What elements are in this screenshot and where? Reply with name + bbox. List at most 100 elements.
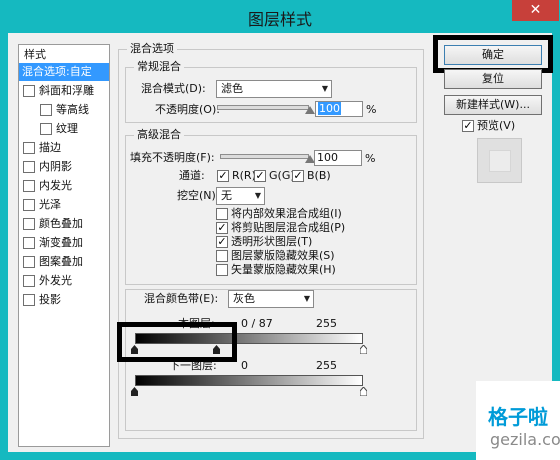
sidebar-item-checkbox[interactable] (23, 275, 35, 287)
blend-mode-value: 滤色 (221, 82, 243, 95)
sidebar-item-label: 等高线 (56, 103, 89, 116)
sidebar-item[interactable]: 渐变叠加 (19, 234, 109, 252)
watermark-brand: 格子啦 (488, 405, 548, 429)
channel-label: G(G) (269, 169, 295, 182)
advanced-option-label: 将剪贴图层混合成组(P) (231, 221, 346, 234)
sidebar-item-label: 内发光 (39, 179, 72, 192)
sidebar-item[interactable]: 图案叠加 (19, 253, 109, 271)
sidebar-item-checkbox[interactable] (23, 237, 35, 249)
fill-opacity-percent: % (365, 152, 376, 165)
underlying-black-thumb[interactable] (131, 387, 138, 396)
annotation-box-slider (117, 322, 237, 362)
channel-label: R(R) (232, 169, 256, 182)
sidebar-item-label: 描边 (39, 141, 61, 154)
underlying-layer-min: 0 (241, 359, 248, 372)
sidebar-item-label: 渐变叠加 (39, 236, 83, 249)
sidebar-item[interactable]: 等高线 (19, 101, 109, 119)
dialog-title: 图层样式 (247, 10, 312, 29)
sidebar-item-label: 混合选项:自定 (22, 65, 92, 78)
channel-checkbox[interactable]: ✓ (292, 170, 304, 182)
sidebar-item[interactable]: 光泽 (19, 196, 109, 214)
advanced-blending-title: 高级混合 (134, 128, 184, 141)
blend-options-title: 混合选项 (127, 42, 177, 55)
sidebar-item-label: 图案叠加 (39, 255, 83, 268)
this-layer-white-thumb-right[interactable] (360, 345, 367, 354)
channel-label: B(B) (307, 169, 331, 182)
dialog-client: 样式 混合选项:自定斜面和浮雕等高线纹理描边内阴影内发光光泽颜色叠加渐变叠加图案… (8, 33, 553, 452)
sidebar-item[interactable]: 内发光 (19, 177, 109, 195)
style-preview-swatch (477, 138, 522, 183)
sidebar-item[interactable]: 投影 (19, 291, 109, 309)
sidebar-item[interactable]: 描边 (19, 139, 109, 157)
new-style-button[interactable]: 新建样式(W)... (444, 95, 542, 115)
opacity-label: 不透明度(O): (155, 103, 220, 116)
knockout-dropdown[interactable]: 无 ▼ (216, 187, 265, 205)
fill-opacity-slider-track[interactable] (220, 154, 309, 159)
preview-label: 预览(V) (477, 119, 516, 132)
sidebar-item-checkbox[interactable] (23, 85, 35, 97)
opacity-slider-thumb[interactable] (305, 106, 315, 114)
blend-if-value: 灰色 (233, 292, 255, 305)
sidebar-item-checkbox[interactable] (23, 161, 35, 173)
blend-mode-dropdown[interactable]: 滤色 ▼ (216, 80, 332, 98)
sidebar-item-checkbox[interactable] (23, 142, 35, 154)
opacity-value: 100 (318, 102, 341, 115)
close-button[interactable]: ✕ (512, 0, 559, 21)
sidebar-item-label: 投影 (39, 293, 61, 306)
fill-opacity-value: 100 (317, 151, 338, 164)
advanced-option-label: 图层蒙版隐藏效果(S) (231, 249, 335, 262)
sidebar-item[interactable]: 斜面和浮雕 (19, 82, 109, 100)
opacity-percent: % (366, 103, 377, 116)
reset-button[interactable]: 复位 (444, 69, 542, 89)
this-layer-max: 255 (316, 317, 337, 330)
general-blending-title: 常规混合 (134, 60, 184, 73)
title-bar: 图层样式 ✕ (0, 0, 560, 33)
sidebar-header: 样式 (24, 48, 46, 61)
underlying-white-thumb[interactable] (360, 387, 367, 396)
chevron-down-icon: ▼ (254, 191, 261, 200)
sidebar-item-checkbox[interactable] (40, 123, 52, 135)
sidebar-item-label: 内阴影 (39, 160, 72, 173)
fill-opacity-label: 填充不透明度(F): (130, 151, 215, 164)
advanced-option-label: 将内部效果混合成组(I) (231, 207, 342, 220)
annotation-box-ok (433, 35, 553, 73)
advanced-option-checkbox[interactable] (216, 250, 228, 262)
opacity-input[interactable]: 100 (315, 101, 363, 117)
sidebar-item[interactable]: 外发光 (19, 272, 109, 290)
underlying-layer-gradient[interactable] (135, 375, 363, 386)
sidebar-item-checkbox[interactable] (23, 218, 35, 230)
opacity-slider-track[interactable] (217, 105, 309, 110)
underlying-layer-max: 255 (316, 359, 337, 372)
sidebar-item[interactable]: 混合选项:自定 (19, 63, 109, 81)
sidebar-item[interactable]: 颜色叠加 (19, 215, 109, 233)
fill-opacity-input[interactable]: 100 (314, 150, 362, 166)
preview-checkbox[interactable]: ✓ (462, 120, 474, 132)
advanced-option-checkbox[interactable]: ✓ (216, 236, 228, 248)
channel-checkbox[interactable]: ✓ (254, 170, 266, 182)
blend-if-label: 混合颜色带(E): (144, 292, 219, 305)
sidebar-item-checkbox[interactable] (23, 199, 35, 211)
sidebar-item-label: 纹理 (56, 122, 78, 135)
watermark-url: gezila.com (490, 430, 560, 449)
channels-label: 通道: (179, 169, 205, 182)
sidebar-item-checkbox[interactable] (23, 256, 35, 268)
sidebar-item-label: 光泽 (39, 198, 61, 211)
blend-mode-label: 混合模式(D): (141, 82, 206, 95)
chevron-down-icon: ▼ (303, 294, 310, 303)
channel-checkbox[interactable]: ✓ (217, 170, 229, 182)
chevron-down-icon: ▼ (321, 84, 328, 93)
advanced-option-checkbox[interactable] (216, 264, 228, 276)
sidebar-item-checkbox[interactable] (23, 180, 35, 192)
sidebar-item-label: 斜面和浮雕 (39, 84, 94, 97)
advanced-option-checkbox[interactable]: ✓ (216, 222, 228, 234)
advanced-option-label: 透明形状图层(T) (231, 235, 313, 248)
sidebar-item-checkbox[interactable] (23, 294, 35, 306)
sidebar-item-checkbox[interactable] (40, 104, 52, 116)
blend-if-dropdown[interactable]: 灰色 ▼ (228, 290, 314, 308)
knockout-value: 无 (221, 189, 232, 202)
this-layer-values: 0 / 87 (241, 317, 273, 330)
advanced-option-checkbox[interactable] (216, 208, 228, 220)
sidebar-item[interactable]: 内阴影 (19, 158, 109, 176)
styles-sidebar: 样式 混合选项:自定斜面和浮雕等高线纹理描边内阴影内发光光泽颜色叠加渐变叠加图案… (18, 44, 110, 447)
sidebar-item[interactable]: 纹理 (19, 120, 109, 138)
